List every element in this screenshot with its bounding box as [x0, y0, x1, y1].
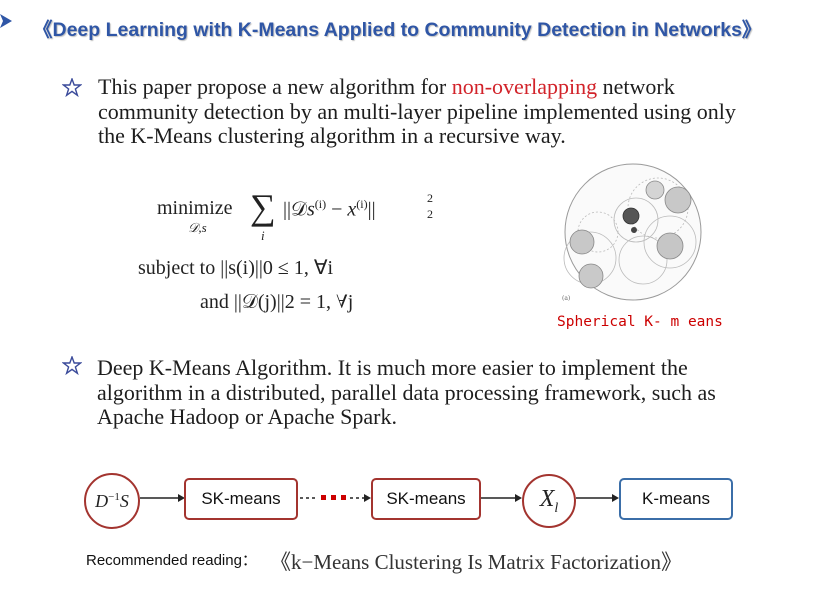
- sum-index: i: [261, 228, 265, 243]
- recommended-reading-label: Recommended reading：: [86, 552, 257, 569]
- figure-panel-label: (a): [562, 295, 570, 302]
- constraint-2: and ||𝒟(j)||2 = 1, ∀j: [200, 291, 354, 313]
- minimize-subscript: 𝒟,s: [188, 220, 207, 235]
- figure-caption: Spherical K- m eans: [557, 314, 723, 330]
- sk-means-box-2: SK-means: [371, 478, 481, 520]
- norm-subscript: 2: [427, 207, 433, 221]
- star-bullet-icon: [62, 356, 82, 376]
- k-means-box-final: K-means: [619, 478, 733, 520]
- formula: minimize 𝒟,s ∑ i ||𝒟s(i) − x(i)|| 2 2 su…: [138, 185, 440, 325]
- arrow-icon: [481, 494, 522, 502]
- dotted-arrow-icon: [300, 494, 371, 502]
- bullet1-text: This paper propose a new algorithm for n…: [98, 74, 736, 148]
- layer-output-node: Xl: [522, 474, 576, 528]
- arrow-icon: [140, 494, 185, 502]
- sum-symbol: ∑: [250, 187, 276, 227]
- star-bullet-icon: [62, 78, 82, 98]
- recommended-book-title: 《k−Means Clustering Is Matrix Factorizat…: [270, 550, 682, 574]
- arrow-icon: [576, 494, 619, 502]
- title-arrow-icon: [0, 14, 12, 28]
- input-matrix-node: D−1S: [84, 473, 140, 529]
- spherical-kmeans-figure: (a): [562, 163, 702, 302]
- constraint-1: subject to ||s(i)||0 ≤ 1, ∀i: [138, 257, 334, 279]
- bullet2-text: Deep K-Means Algorithm. It is much more …: [97, 355, 716, 429]
- highlight-term: non-overlapping: [451, 74, 598, 99]
- minimize-label: minimize: [157, 197, 233, 219]
- sk-means-box-1: SK-means: [184, 478, 298, 520]
- norm-power: 2: [427, 191, 433, 205]
- objective-term: ||𝒟s(i) − x(i)||: [283, 197, 376, 221]
- slide-title: 《Deep Learning with K-Means Applied to C…: [33, 19, 762, 41]
